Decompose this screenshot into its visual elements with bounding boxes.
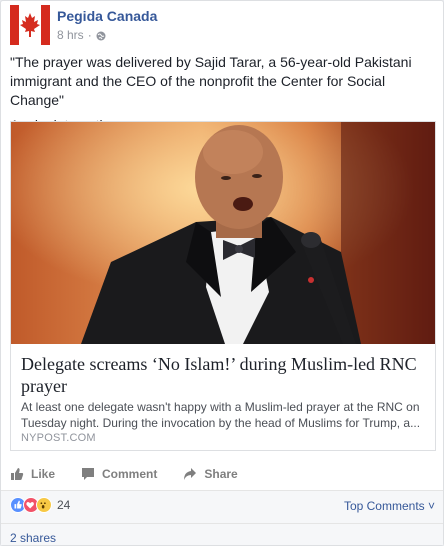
timestamp-link[interactable]: 8 hrs [57, 28, 84, 42]
shares-count-link[interactable]: 2 shares [10, 531, 56, 545]
reactions-summary[interactable]: 24 [10, 497, 70, 513]
page-avatar[interactable] [10, 5, 50, 45]
comment-icon [82, 468, 95, 480]
share-button[interactable]: Share [183, 467, 238, 481]
footer-divider [1, 523, 443, 524]
post-header: Pegida Canada 8 hrs · [10, 5, 430, 45]
post-actions-bar: Like Comment Share [10, 460, 436, 488]
comment-button[interactable]: Comment [81, 467, 157, 481]
wow-reaction-icon [36, 497, 52, 513]
meta-separator: · [87, 28, 92, 42]
post-meta: 8 hrs · [57, 28, 106, 42]
top-comments-dropdown[interactable]: Top Comments ˅ [344, 499, 435, 513]
globe-icon [96, 30, 106, 41]
link-preview-image[interactable] [11, 122, 435, 344]
share-label: Share [204, 467, 238, 481]
link-description: At least one delegate wasn't happy with … [21, 400, 421, 430]
like-label: Like [31, 467, 56, 481]
facebook-post: Pegida Canada 8 hrs · "The prayer was de… [0, 0, 444, 546]
reaction-count: 24 [57, 498, 71, 512]
link-domain: NYPOST.COM [21, 432, 96, 444]
post-quote-text: "The prayer was delivered by Sajid Tarar… [10, 54, 412, 108]
link-preview-card[interactable]: Delegate screams ‘No Islam!’ during Musl… [10, 121, 436, 451]
share-arrow-icon [184, 468, 197, 480]
link-title[interactable]: Delegate screams ‘No Islam!’ during Musl… [21, 353, 425, 397]
canada-flag-logo-icon [10, 5, 50, 45]
like-button[interactable]: Like [10, 467, 55, 481]
page-name-link[interactable]: Pegida Canada [57, 8, 157, 24]
thumbs-up-icon [11, 468, 24, 480]
comment-label: Comment [102, 467, 158, 481]
